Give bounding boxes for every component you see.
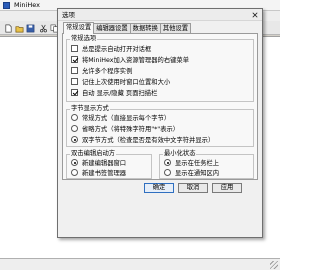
option-show-in-taskbar[interactable]: 显示在任务栏上 xyxy=(164,158,219,167)
option-omit-mode[interactable]: 省略方式（将特殊字符用"*"表示） xyxy=(71,124,179,133)
option-label: 新建书签管理器 xyxy=(82,170,127,177)
dialog-title: 选项 xyxy=(62,11,75,19)
group-title: 双击编辑启动方 xyxy=(70,150,117,158)
open-folder-icon[interactable] xyxy=(14,23,24,33)
option-double-byte-mode[interactable]: 双字节方式（检查是否是有效中文字符并显示） xyxy=(71,135,214,144)
checkbox[interactable] xyxy=(71,45,78,52)
startup-group: 双击编辑启动方 新建编辑器窗口 新建书签管理器 xyxy=(66,150,152,179)
cancel-button[interactable]: 取消 xyxy=(178,183,208,193)
option-always-prompt-auto-open[interactable]: 总是提示自动打开对话框 xyxy=(71,44,151,53)
apply-button[interactable]: 应用 xyxy=(212,183,242,193)
radio[interactable] xyxy=(71,159,78,166)
radio[interactable] xyxy=(164,159,171,166)
radio[interactable] xyxy=(71,169,78,176)
minimize-group: 最小化状态 显示在任务栏上 显示在通知区内 xyxy=(159,150,254,179)
option-label: 允许多个程序实例 xyxy=(82,68,133,75)
option-label: 省略方式（将特殊字符用"*"表示） xyxy=(82,126,180,133)
main-window-title: MiniHex xyxy=(14,1,40,9)
status-bar xyxy=(0,258,280,270)
checkbox[interactable] xyxy=(71,56,78,63)
option-normal-mode[interactable]: 常规方式（直接显示每个字节） xyxy=(71,113,170,122)
radio[interactable] xyxy=(71,114,78,121)
option-label: 自动 显示/隐藏 页面扫描栏 xyxy=(82,90,158,97)
checkbox[interactable] xyxy=(71,67,78,74)
tab-general[interactable]: 常规设置 xyxy=(63,22,95,34)
resize-grip[interactable] xyxy=(270,261,278,269)
app-icon xyxy=(3,2,10,9)
general-options-group: 常规选项 总是提示自动打开对话框 将MiniHex加入资源管理器的右键菜单 允许… xyxy=(66,35,254,102)
option-add-context-menu[interactable]: 将MiniHex加入资源管理器的右键菜单 xyxy=(71,55,189,64)
option-multiple-instances[interactable]: 允许多个程序实例 xyxy=(71,66,132,75)
option-label: 显示在通知区内 xyxy=(175,170,220,177)
option-label: 将MiniHex加入资源管理器的右键菜单 xyxy=(82,57,190,64)
option-show-in-tray[interactable]: 显示在通知区内 xyxy=(164,168,219,177)
option-label: 常规方式（直接显示每个字节） xyxy=(82,115,171,122)
char-display-group: 字节显示方式 常规方式（直接显示每个字节） 省略方式（将特殊字符用"*"表示） … xyxy=(66,105,254,147)
option-label: 记住上次使用时窗口位置和大小 xyxy=(82,79,171,86)
checkbox[interactable] xyxy=(71,89,78,96)
radio[interactable] xyxy=(71,136,78,143)
checkbox[interactable] xyxy=(71,78,78,85)
save-icon[interactable] xyxy=(25,23,35,33)
ok-button[interactable]: 确定 xyxy=(144,183,174,193)
option-label: 总是提示自动打开对话框 xyxy=(82,46,152,53)
options-dialog: 选项 常规设置 编辑器设置 数据转换 其他设置 常规选项 总是提示自动打开对话框… xyxy=(57,8,263,238)
option-remember-window-position[interactable]: 记住上次使用时窗口位置和大小 xyxy=(71,77,170,86)
close-icon[interactable] xyxy=(250,10,260,19)
option-new-editor-window[interactable]: 新建编辑器窗口 xyxy=(71,158,126,167)
radio[interactable] xyxy=(164,169,171,176)
group-title: 字节显示方式 xyxy=(70,105,110,113)
option-new-bookmark-manager[interactable]: 新建书签管理器 xyxy=(71,168,126,177)
dialog-titlebar: 选项 xyxy=(58,9,262,21)
cut-icon[interactable] xyxy=(38,23,48,33)
option-auto-toggle-scan-bar[interactable]: 自动 显示/隐藏 页面扫描栏 xyxy=(71,88,157,97)
general-settings-panel: 常规选项 总是提示自动打开对话框 将MiniHex加入资源管理器的右键菜单 允许… xyxy=(62,33,258,180)
option-label: 双字节方式（检查是否是有效中文字符并显示） xyxy=(82,137,215,144)
new-file-icon[interactable] xyxy=(3,23,13,33)
group-title: 最小化状态 xyxy=(163,150,197,158)
option-label: 显示在任务栏上 xyxy=(175,160,220,167)
radio[interactable] xyxy=(71,125,78,132)
option-label: 新建编辑器窗口 xyxy=(82,160,127,167)
group-title: 常规选项 xyxy=(70,35,98,43)
